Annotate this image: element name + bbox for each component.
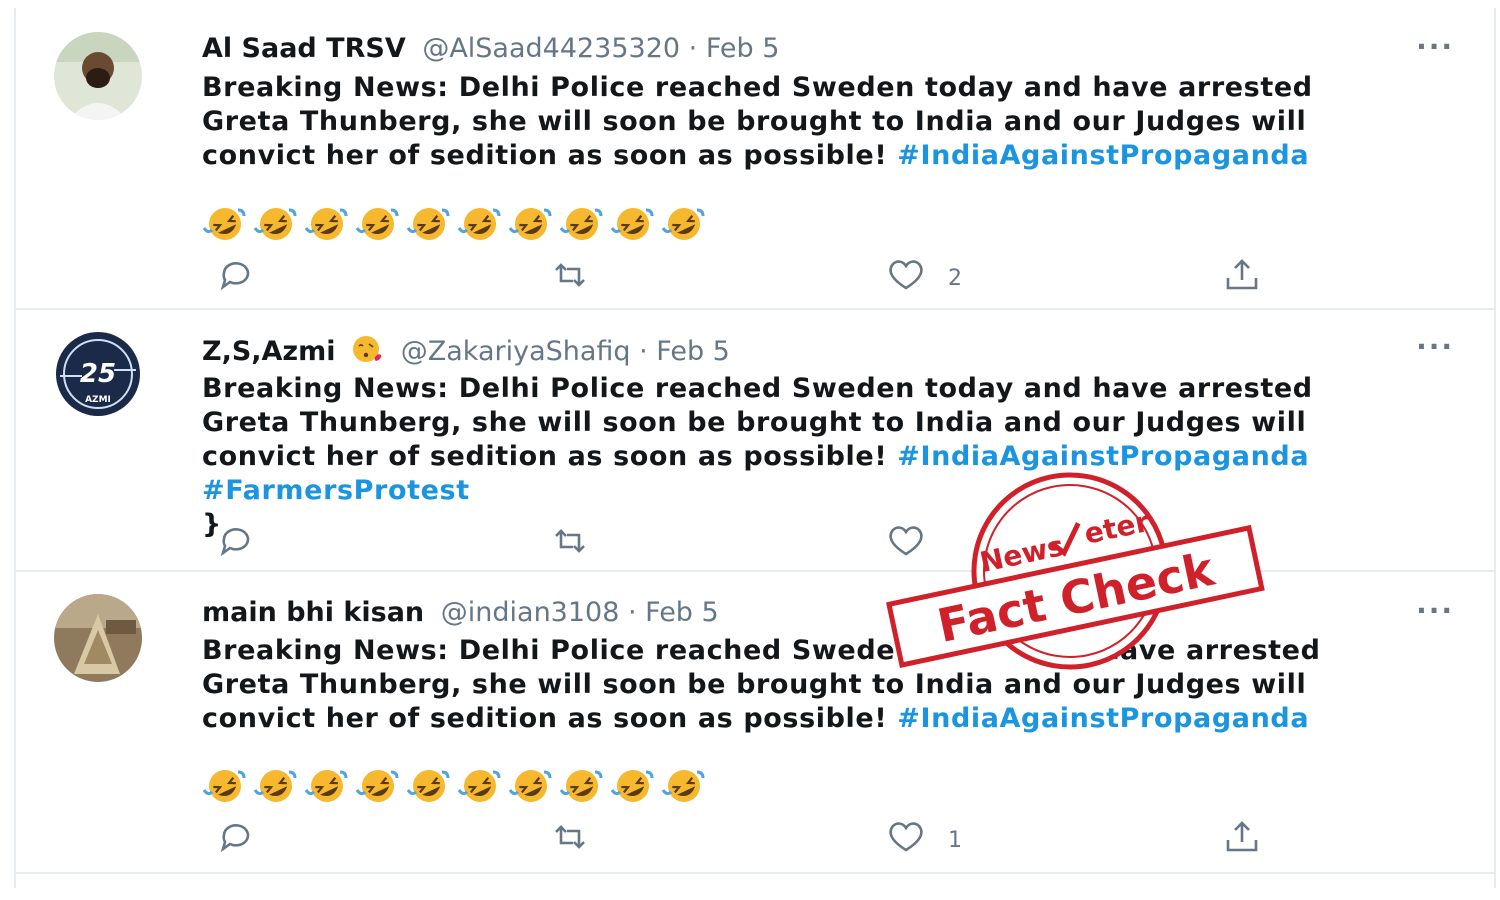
display-name[interactable]: Al Saad TRSV (202, 33, 406, 64)
like-count: 1 (948, 827, 962, 853)
retweet-button[interactable] (550, 820, 590, 860)
rofl-emoji (559, 766, 605, 810)
rofl-emoji (457, 204, 503, 248)
tweet-2[interactable]: 25 AZMI Z,S,Azmi @ZakariyaShafiq · Feb 5… (16, 310, 1494, 572)
tweet-text: Breaking News: Delhi Police reached Swed… (202, 71, 1462, 173)
tweet-text: Breaking News: Delhi Police reached Swed… (202, 634, 1462, 736)
rofl-emoji (202, 766, 248, 810)
tweet-feed: Al Saad TRSV @AlSaad44235320 · Feb 5 ···… (14, 8, 1496, 888)
like-count: 2 (948, 265, 962, 291)
tweet-line: Greta Thunberg, she will soon be brought… (202, 106, 1307, 137)
rofl-emoji (253, 204, 299, 248)
rofl-emoji (559, 204, 605, 248)
rofl-emoji (508, 766, 554, 810)
reply-button[interactable] (216, 258, 256, 298)
retweet-icon (550, 258, 590, 298)
rofl-emoji (304, 766, 350, 810)
rofl-emoji (253, 766, 299, 810)
like-button[interactable]: 2 (886, 258, 962, 298)
rofl-emoji (508, 204, 554, 248)
like-icon (886, 820, 926, 860)
reply-icon (216, 820, 256, 860)
rofl-emoji (610, 766, 656, 810)
tweet-line: convict her of sedition as soon as possi… (202, 703, 888, 734)
retweet-icon (550, 524, 590, 564)
tweet-1[interactable]: Al Saad TRSV @AlSaad44235320 · Feb 5 ···… (16, 8, 1494, 310)
display-name[interactable]: Z,S,Azmi (202, 336, 336, 367)
rofl-emoji (304, 204, 350, 248)
tweet-line: convict her of sedition as soon as possi… (202, 441, 888, 472)
rofl-emoji (355, 204, 401, 248)
tweet-line: Breaking News: Delhi Police reached Swed… (202, 72, 1313, 103)
rofl-emoji (202, 204, 248, 248)
retweet-button[interactable] (550, 258, 590, 298)
tweet-line: Breaking News: Delhi Police reached Swed… (202, 635, 896, 666)
tweet-line: convict her of sedition as soon as possi… (202, 140, 888, 171)
like-button[interactable]: 1 (886, 820, 962, 860)
tweet-actions: 2 (202, 258, 1302, 298)
avatar[interactable]: 25 AZMI (54, 330, 142, 418)
rofl-emoji (406, 204, 452, 248)
rofl-emoji (355, 766, 401, 810)
handle-and-date[interactable]: @AlSaad44235320 · Feb 5 (422, 33, 779, 64)
tweet-line: Breaking News: Delhi Police reached Swed… (202, 373, 1313, 404)
hashtag-link[interactable]: #IndiaAgainstPropaganda (897, 140, 1309, 171)
more-icon[interactable]: ··· (1416, 594, 1454, 627)
tweet-actions: 1 (202, 820, 1302, 860)
tweet-line: Greta Thunberg, she will soon be brought… (202, 407, 1307, 438)
avatar-label: AZMI (85, 395, 111, 405)
retweet-button[interactable] (550, 524, 590, 564)
like-icon (886, 258, 926, 298)
display-name[interactable]: main bhi kisan (202, 597, 424, 628)
reply-button[interactable] (216, 820, 256, 860)
hashtag-link[interactable]: #IndiaAgainstPropaganda (897, 703, 1309, 734)
rofl-emoji (610, 204, 656, 248)
share-icon (1222, 258, 1262, 298)
avatar[interactable] (54, 594, 142, 682)
handle-and-date[interactable]: @ZakariyaShafiq · Feb 5 (401, 336, 730, 367)
tweet-text: Breaking News: Delhi Police reached Swed… (202, 372, 1462, 542)
reply-button[interactable] (216, 524, 256, 564)
avatar[interactable] (54, 32, 142, 120)
emoji-row (202, 766, 707, 810)
retweet-icon (550, 820, 590, 860)
kissing-face-emoji (350, 334, 384, 364)
share-button[interactable] (1222, 258, 1262, 298)
emoji-row (202, 204, 707, 248)
rofl-emoji (661, 204, 707, 248)
reply-icon (216, 258, 256, 298)
reply-icon (216, 524, 256, 564)
share-button[interactable] (1222, 820, 1262, 860)
more-icon[interactable]: ··· (1416, 30, 1454, 63)
rofl-emoji (406, 766, 452, 810)
more-icon[interactable]: ··· (1416, 330, 1454, 363)
rofl-emoji (457, 766, 503, 810)
hashtag-link[interactable]: #FarmersProtest (202, 475, 470, 506)
share-icon (1222, 820, 1262, 860)
tweet-line: Greta Thunberg, she will soon be brought… (202, 669, 1307, 700)
handle-and-date[interactable]: @indian3108 · Feb 5 (441, 597, 719, 628)
avatar-monogram: 25 (80, 359, 116, 389)
rofl-emoji (661, 766, 707, 810)
